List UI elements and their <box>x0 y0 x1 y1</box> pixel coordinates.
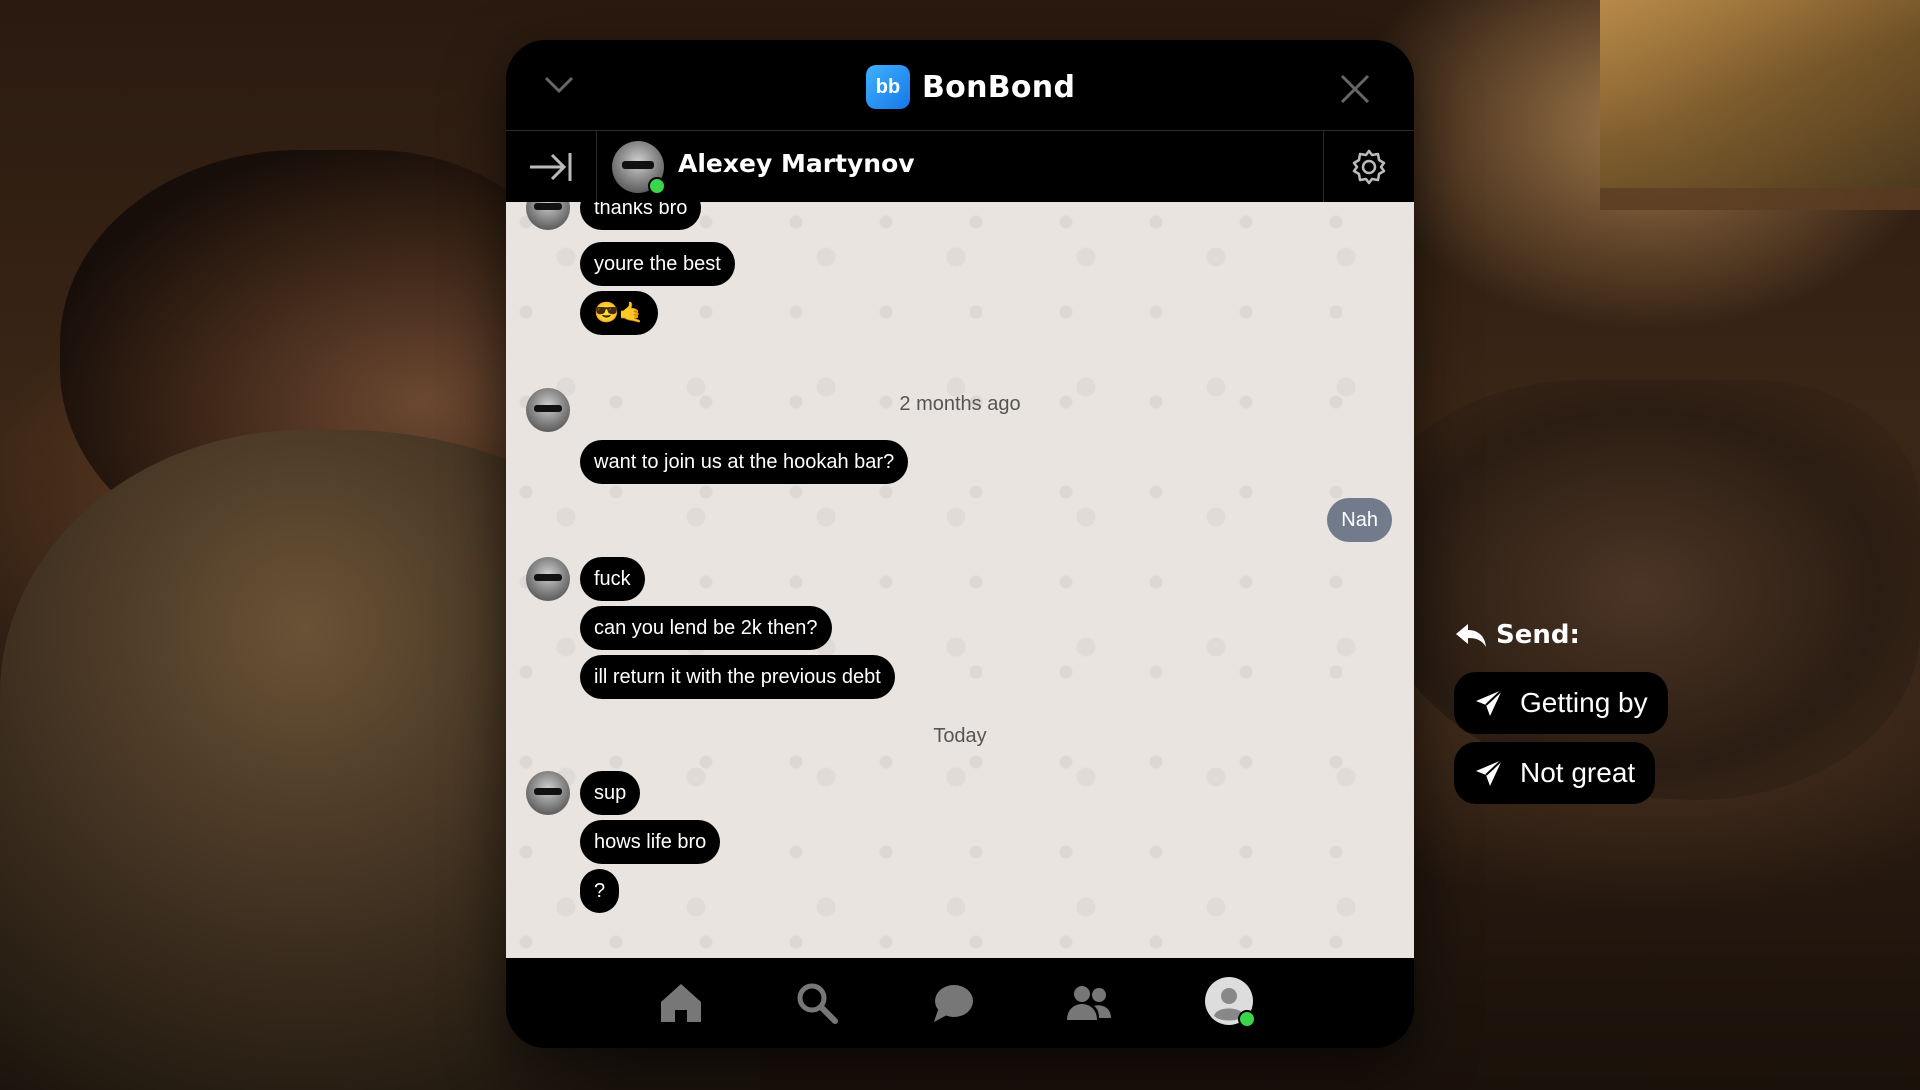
send-title-label: Send: <box>1496 620 1580 650</box>
reply-icon <box>1456 624 1486 647</box>
message-bubble: sup <box>580 771 641 815</box>
home-icon[interactable] <box>656 978 706 1028</box>
send-title: Send: <box>1454 620 1580 650</box>
close-icon[interactable] <box>1338 72 1372 106</box>
app-header: bb BonBond <box>506 40 1414 130</box>
bottom-navigation <box>506 958 1414 1048</box>
message-bubble: 😎🤙 <box>580 291 658 335</box>
send-option-getting-by[interactable]: Getting by <box>1454 672 1668 734</box>
send-icon <box>1476 759 1503 786</box>
contact-header: Alexey Martynov <box>506 130 1414 203</box>
chat-icon[interactable] <box>928 978 978 1028</box>
message-bubble: youre the best <box>580 242 735 286</box>
send-option-label: Getting by <box>1520 687 1648 718</box>
my-message-bubble: Nah <box>1327 498 1392 542</box>
message-avatar[interactable] <box>526 557 570 601</box>
message-avatar[interactable] <box>526 771 570 815</box>
background-arm <box>1360 380 1920 800</box>
send-option-label: Not great <box>1520 757 1636 788</box>
message-bubble: ill return it with the previous debt <box>580 655 895 699</box>
send-option-not-great[interactable]: Not great <box>1454 742 1656 804</box>
online-indicator <box>648 177 666 195</box>
brand-logo-icon: bb <box>866 65 910 109</box>
search-icon[interactable] <box>792 978 842 1028</box>
message-bubble: ? <box>580 869 620 913</box>
message-bubble: can you lend be 2k then? <box>580 606 832 650</box>
date-separator: 2 months ago <box>899 393 1021 415</box>
contact-name[interactable]: Alexey Martynov <box>678 149 915 178</box>
contact-avatar[interactable] <box>612 141 666 195</box>
date-separator: Today <box>933 725 987 747</box>
message-avatar[interactable] <box>526 388 570 432</box>
gear-icon <box>1352 149 1386 185</box>
brand: bb BonBond <box>866 64 1075 110</box>
brand-name: BonBond <box>922 69 1076 105</box>
send-icon <box>1476 689 1503 716</box>
online-indicator <box>1238 1010 1256 1028</box>
chevron-down-icon[interactable] <box>542 70 576 100</box>
background-window <box>1600 0 1920 210</box>
settings-button[interactable] <box>1323 131 1414 203</box>
profile-button[interactable] <box>1204 976 1256 1028</box>
message-avatar[interactable] <box>526 202 570 230</box>
message-bubble: hows life bro <box>580 820 721 864</box>
message-bubble: fuck <box>580 557 645 601</box>
message-bubble: want to join us at the hookah bar? <box>580 440 909 484</box>
message-bubble: thanks bro <box>580 202 702 230</box>
sidebar-collapse-icon <box>530 153 572 181</box>
phone-window: bb BonBond Alexey Martynov thanks bro yo… <box>506 40 1414 1048</box>
collapse-button[interactable] <box>506 131 597 203</box>
friends-icon[interactable] <box>1064 978 1114 1028</box>
chat-area[interactable]: thanks bro youre the best 😎🤙 2 months ag… <box>506 202 1414 958</box>
